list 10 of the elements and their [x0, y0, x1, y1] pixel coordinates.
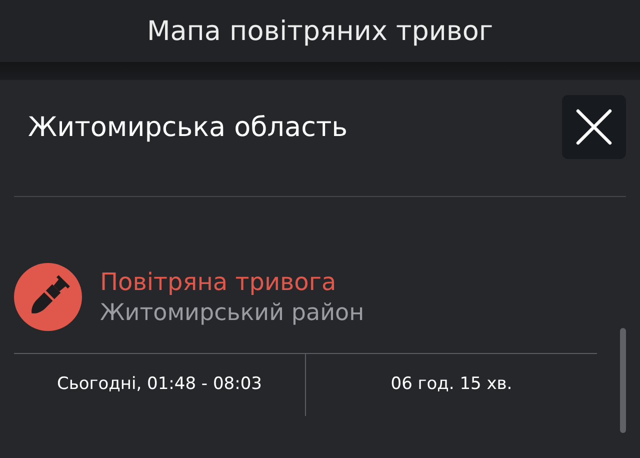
close-button[interactable]: [562, 95, 626, 159]
region-title: Житомирська область: [28, 112, 348, 142]
app-title: Мапа повітряних тривог: [146, 16, 494, 46]
close-icon: [575, 108, 613, 146]
time-period: Сьогодні, 01:48 - 08:03: [14, 354, 306, 416]
district-name: Житомирський район: [100, 300, 364, 326]
alert-title: Повітряна тривога: [100, 268, 338, 296]
scrollbar[interactable]: [620, 328, 626, 433]
bomb-icon: [14, 263, 82, 331]
alert-duration: 06 год. 15 хв.: [390, 373, 514, 396]
